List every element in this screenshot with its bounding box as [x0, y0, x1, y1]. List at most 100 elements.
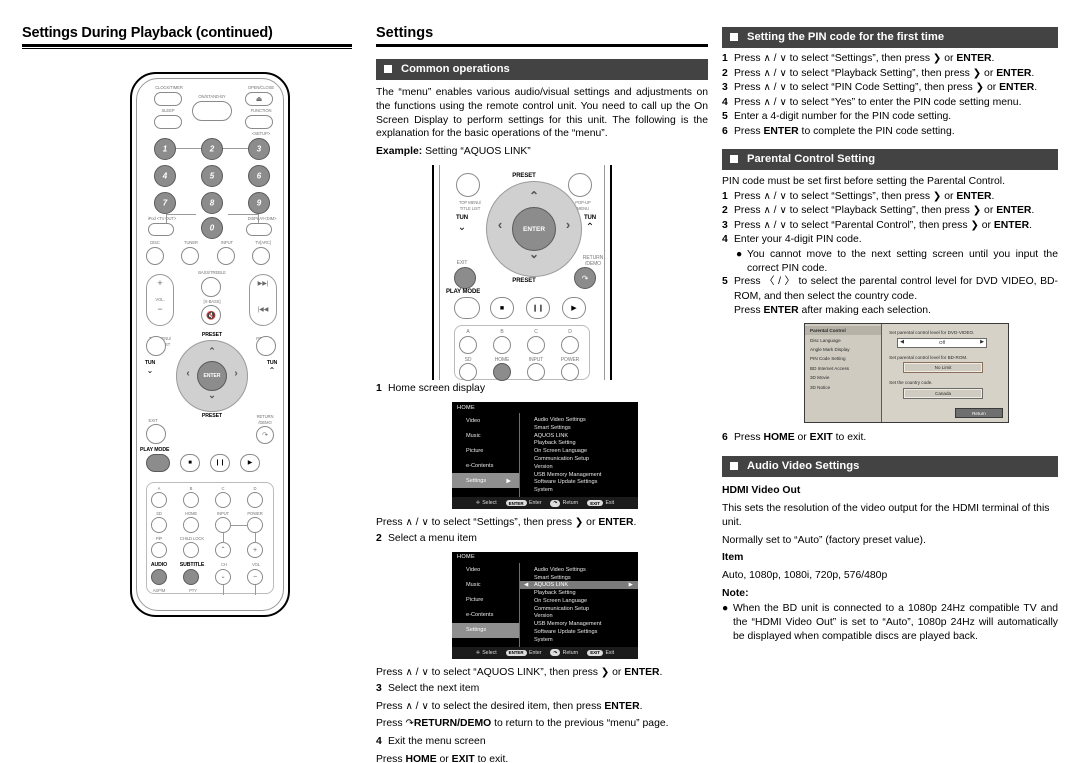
- button-d[interactable]: [247, 492, 263, 508]
- detail-button-exit[interactable]: [454, 267, 476, 290]
- osd-1-item-picture[interactable]: Picture: [452, 443, 519, 458]
- osd-1-sub-playback[interactable]: Playback Setting: [520, 440, 638, 448]
- osd-1-item-video[interactable]: Video: [452, 413, 519, 428]
- button-tuner[interactable]: [181, 247, 199, 265]
- osd-2-item-music[interactable]: Music: [452, 578, 519, 593]
- osd-2-item-econtents[interactable]: e-Contents: [452, 608, 519, 623]
- detail-tun-up-arrow[interactable]: ⌃: [578, 222, 602, 233]
- button-tv-arc[interactable]: [252, 247, 270, 265]
- osd-2-sub-system[interactable]: System: [520, 636, 638, 644]
- pc-item-parental-control[interactable]: Parental Control: [805, 326, 882, 336]
- detail-tun-down-arrow[interactable]: ⌄: [450, 222, 474, 233]
- pc-item-3d-movie[interactable]: 3D Movie: [805, 373, 881, 382]
- osd-1-sub-version[interactable]: Version: [520, 463, 638, 471]
- pc-item-pin-code[interactable]: PIN Code Setting: [805, 354, 881, 363]
- button-on-standby[interactable]: [192, 101, 232, 121]
- vol-minus-icon[interactable]: −: [146, 304, 174, 314]
- detail-dpad-up-arrow[interactable]: ⌃: [486, 189, 582, 203]
- button-clock-timer[interactable]: [154, 92, 182, 106]
- osd-2-sub-smart[interactable]: Smart Settings: [520, 574, 638, 582]
- button-disc[interactable]: [146, 247, 164, 265]
- pc-right-arrow-icon[interactable]: ▶: [980, 339, 984, 345]
- number-key-2[interactable]: 2: [201, 138, 223, 160]
- vol-plus-icon[interactable]: +: [146, 278, 174, 288]
- button-home[interactable]: [183, 517, 199, 533]
- button-pause[interactable]: ❙❙: [210, 454, 230, 472]
- button-pip[interactable]: [151, 542, 167, 558]
- pc-field-dvd-level[interactable]: ◀ Off ▶: [897, 337, 987, 348]
- detail-dpad-right-arrow[interactable]: ›: [559, 217, 577, 232]
- number-key-4[interactable]: 4: [154, 165, 176, 187]
- button-vol-down[interactable]: −: [247, 569, 263, 585]
- number-key-7[interactable]: 7: [154, 192, 176, 214]
- dpad-left-arrow[interactable]: ‹: [180, 368, 196, 379]
- dpad-down-arrow[interactable]: ⌄: [176, 390, 248, 401]
- dpad-up-arrow[interactable]: ⌃: [176, 346, 248, 357]
- number-key-6[interactable]: 6: [248, 165, 270, 187]
- button-popup-menu[interactable]: [256, 336, 276, 356]
- button-audio[interactable]: [151, 569, 167, 585]
- osd-2-sub-aquos-link[interactable]: ◀ AQUOS LINK ▶: [519, 581, 638, 590]
- osd-1-sub-audio-video[interactable]: Audio Video Settings: [520, 416, 638, 424]
- osd-1-sub-communication[interactable]: Communication Setup: [520, 455, 638, 463]
- osd-2-sub-communication[interactable]: Communication Setup: [520, 605, 638, 613]
- detail-button-enter[interactable]: ENTER: [512, 207, 556, 252]
- osd-2-sub-version[interactable]: Version: [520, 613, 638, 621]
- osd-2-item-video[interactable]: Video: [452, 563, 519, 578]
- pc-field-country[interactable]: Canada: [903, 387, 983, 399]
- button-subtitle[interactable]: [183, 569, 199, 585]
- button-ch-down[interactable]: ⌄: [215, 569, 231, 585]
- button-power[interactable]: [247, 517, 263, 533]
- osd-2-sub-usb[interactable]: USB Memory Management: [520, 620, 638, 628]
- number-key-8[interactable]: 8: [201, 192, 223, 214]
- pc-item-disc-language[interactable]: Disc Language: [805, 335, 881, 344]
- button-function[interactable]: [245, 115, 273, 129]
- osd-2-sub-playback[interactable]: Playback Setting: [520, 589, 638, 597]
- button-bass-treble[interactable]: [201, 277, 221, 297]
- pc-left-arrow-icon[interactable]: ◀: [900, 339, 904, 345]
- detail-button-pause[interactable]: ❙❙: [526, 297, 550, 320]
- button-play-mode[interactable]: [146, 454, 170, 472]
- skip-back-icon[interactable]: |◀◀: [249, 306, 277, 313]
- number-key-1[interactable]: 1: [154, 138, 176, 160]
- button-return-demo[interactable]: ↷: [256, 426, 274, 444]
- button-exit[interactable]: [146, 424, 166, 444]
- number-key-3[interactable]: 3: [248, 138, 270, 160]
- button-sd[interactable]: [151, 517, 167, 533]
- tun-up-arrow[interactable]: ⌃: [260, 366, 284, 375]
- pc-return-button[interactable]: Return: [954, 408, 1003, 419]
- button-c[interactable]: [215, 492, 231, 508]
- pc-item-3d-notice[interactable]: 3D Notice: [805, 382, 881, 391]
- detail-button-top-menu[interactable]: [456, 173, 480, 198]
- osd-2-sub-language[interactable]: On Screen Language: [520, 597, 638, 605]
- pc-item-angle-mark[interactable]: Angle Mark Display: [805, 345, 881, 354]
- osd-2-sub-update[interactable]: Software Update Settings: [520, 628, 638, 636]
- button-child-lock[interactable]: [183, 542, 199, 558]
- osd-1-sub-system[interactable]: System: [520, 486, 638, 494]
- detail-button-stop[interactable]: ■: [490, 297, 514, 320]
- button-b[interactable]: [183, 492, 199, 508]
- tun-down-arrow[interactable]: ⌄: [138, 366, 162, 375]
- dpad-right-arrow[interactable]: ›: [228, 368, 244, 379]
- button-open-close[interactable]: ⏏: [245, 92, 273, 106]
- pc-field-bd-level[interactable]: No Limit: [903, 362, 983, 374]
- osd-2-item-settings[interactable]: Settings: [452, 622, 519, 638]
- button-mute[interactable]: 🔇: [201, 305, 221, 325]
- osd-1-sub-aquos-link[interactable]: AQUOS LINK: [520, 432, 638, 440]
- osd-1-item-econtents[interactable]: e-Contents: [452, 458, 519, 473]
- osd-1-sub-update[interactable]: Software Update Settings: [520, 478, 638, 486]
- osd-2-item-picture[interactable]: Picture: [452, 593, 519, 608]
- button-vol-up[interactable]: +: [247, 542, 263, 558]
- button-top-menu[interactable]: [146, 336, 166, 356]
- skip-forward-icon[interactable]: ▶▶|: [249, 280, 277, 287]
- button-a[interactable]: [151, 492, 167, 508]
- osd-1-sub-smart[interactable]: Smart Settings: [520, 424, 638, 432]
- button-sleep[interactable]: [154, 115, 182, 129]
- detail-dpad-left-arrow[interactable]: ‹: [491, 217, 509, 232]
- number-key-0[interactable]: 0: [201, 217, 223, 239]
- osd-1-sub-language[interactable]: On Screen Language: [520, 447, 638, 455]
- detail-button-play-mode[interactable]: [454, 297, 480, 320]
- button-display[interactable]: [246, 223, 272, 236]
- osd-1-sub-usb[interactable]: USB Memory Management: [520, 471, 638, 479]
- button-ipod[interactable]: [148, 223, 174, 236]
